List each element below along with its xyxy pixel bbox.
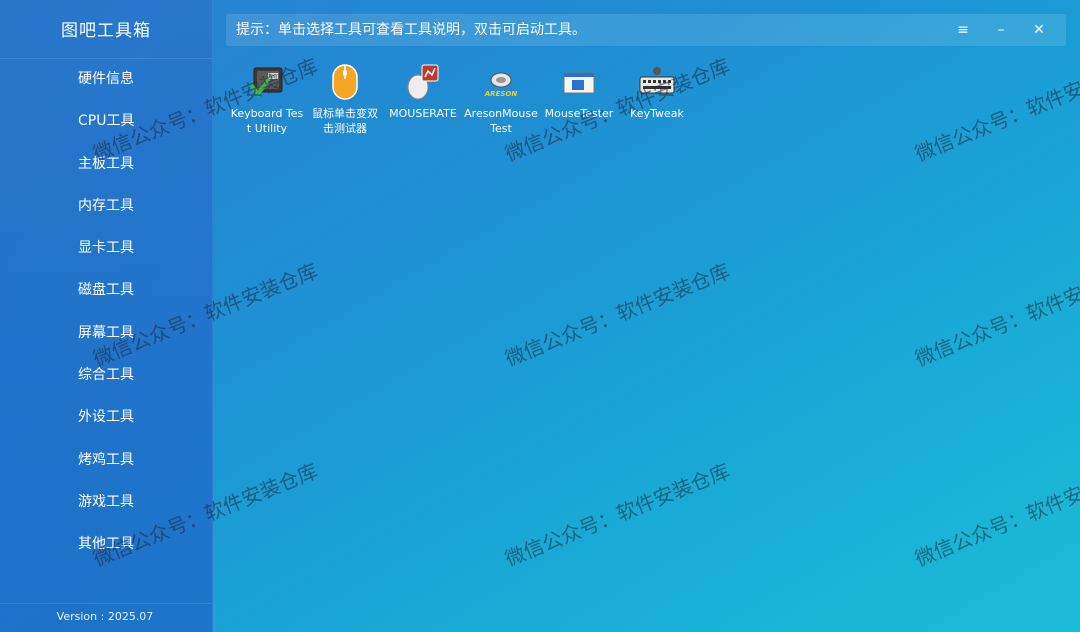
sidebar-item-hardware-info[interactable]: 硬件信息 (0, 58, 212, 100)
sidebar-item-other-tools[interactable]: 其他工具 (0, 523, 212, 565)
tool-keyboard-test-utility[interactable]: TEST Keyboard Test Utility (228, 62, 306, 136)
watermark-text: 微信公众号：软件安装仓库 (501, 458, 734, 571)
areson-logo-text: ARESON (484, 90, 518, 98)
sidebar-item-gpu-tools[interactable]: 显卡工具 (0, 227, 212, 269)
sidebar-item-general-tools[interactable]: 综合工具 (0, 354, 212, 396)
tool-label: 鼠标单击变双击测试器 (312, 107, 378, 135)
sidebar-item-stress-tools[interactable]: 烤鸡工具 (0, 439, 212, 481)
mousetester-icon (559, 62, 599, 102)
tool-mouserate[interactable]: MOUSERATE (384, 62, 462, 136)
areson-mouse-icon: ARESON (481, 62, 521, 102)
tool-label: AresonMouseTest (464, 107, 538, 135)
sidebar-nav: 硬件信息 CPU工具 主板工具 内存工具 显卡工具 磁盘工具 屏幕工具 综合工具… (0, 58, 212, 566)
mouserate-icon (403, 62, 443, 102)
app-window: 图吧工具箱 硬件信息 CPU工具 主板工具 内存工具 显卡工具 磁盘工具 屏幕工… (0, 0, 1080, 632)
tool-label: KeyTweak (630, 107, 684, 120)
tool-label: MOUSERATE (389, 107, 457, 120)
version-divider (0, 603, 212, 604)
tool-keytweak[interactable]: KeyTweak (618, 62, 696, 136)
sidebar-item-disk-tools[interactable]: 磁盘工具 (0, 269, 212, 311)
app-title: 图吧工具箱 (61, 21, 151, 41)
window-controls: ≡ – ✕ (944, 14, 1058, 46)
tool-mouse-click-tester[interactable]: 鼠标单击变双击测试器 (306, 62, 384, 136)
sidebar-item-game-tools[interactable]: 游戏工具 (0, 481, 212, 523)
sidebar-item-cpu-tools[interactable]: CPU工具 (0, 100, 212, 142)
tool-label: MouseTester (544, 107, 614, 120)
sidebar-item-peripheral-tools[interactable]: 外设工具 (0, 396, 212, 438)
watermark-text: 微信公众号：软件安装仓库 (911, 53, 1080, 166)
tool-areson-mouse-test[interactable]: ARESON AresonMouseTest (462, 62, 540, 136)
sidebar-item-memory-tools[interactable]: 内存工具 (0, 185, 212, 227)
sidebar-item-screen-tools[interactable]: 屏幕工具 (0, 312, 212, 354)
mouse-orange-icon (325, 62, 365, 102)
minimize-button[interactable]: – (982, 14, 1020, 46)
sidebar: 图吧工具箱 硬件信息 CPU工具 主板工具 内存工具 显卡工具 磁盘工具 屏幕工… (0, 0, 213, 632)
version-label: Version : 2025.07 (56, 610, 154, 623)
hint-bar: 提示：单击选择工具可查看工具说明，双击可启动工具。 ≡ – ✕ (226, 14, 1066, 46)
tool-mousetester[interactable]: MouseTester (540, 62, 618, 136)
hint-text: 提示：单击选择工具可查看工具说明，双击可启动工具。 (236, 22, 586, 38)
menu-button[interactable]: ≡ (944, 14, 982, 46)
tool-grid: TEST Keyboard Test Utility 鼠标单击变双击测试器 MO… (228, 62, 696, 136)
keytweak-icon (637, 62, 677, 102)
tool-label: Keyboard Test Utility (230, 107, 304, 135)
watermark-text: 微信公众号：软件安装仓库 (501, 258, 734, 371)
watermark-text: 微信公众号：软件安装仓库 (911, 458, 1080, 571)
watermark-text: 微信公众号：软件安装仓库 (911, 258, 1080, 371)
close-button[interactable]: ✕ (1020, 14, 1058, 46)
sidebar-item-motherboard-tools[interactable]: 主板工具 (0, 143, 212, 185)
keyboard-test-icon: TEST (247, 62, 287, 102)
